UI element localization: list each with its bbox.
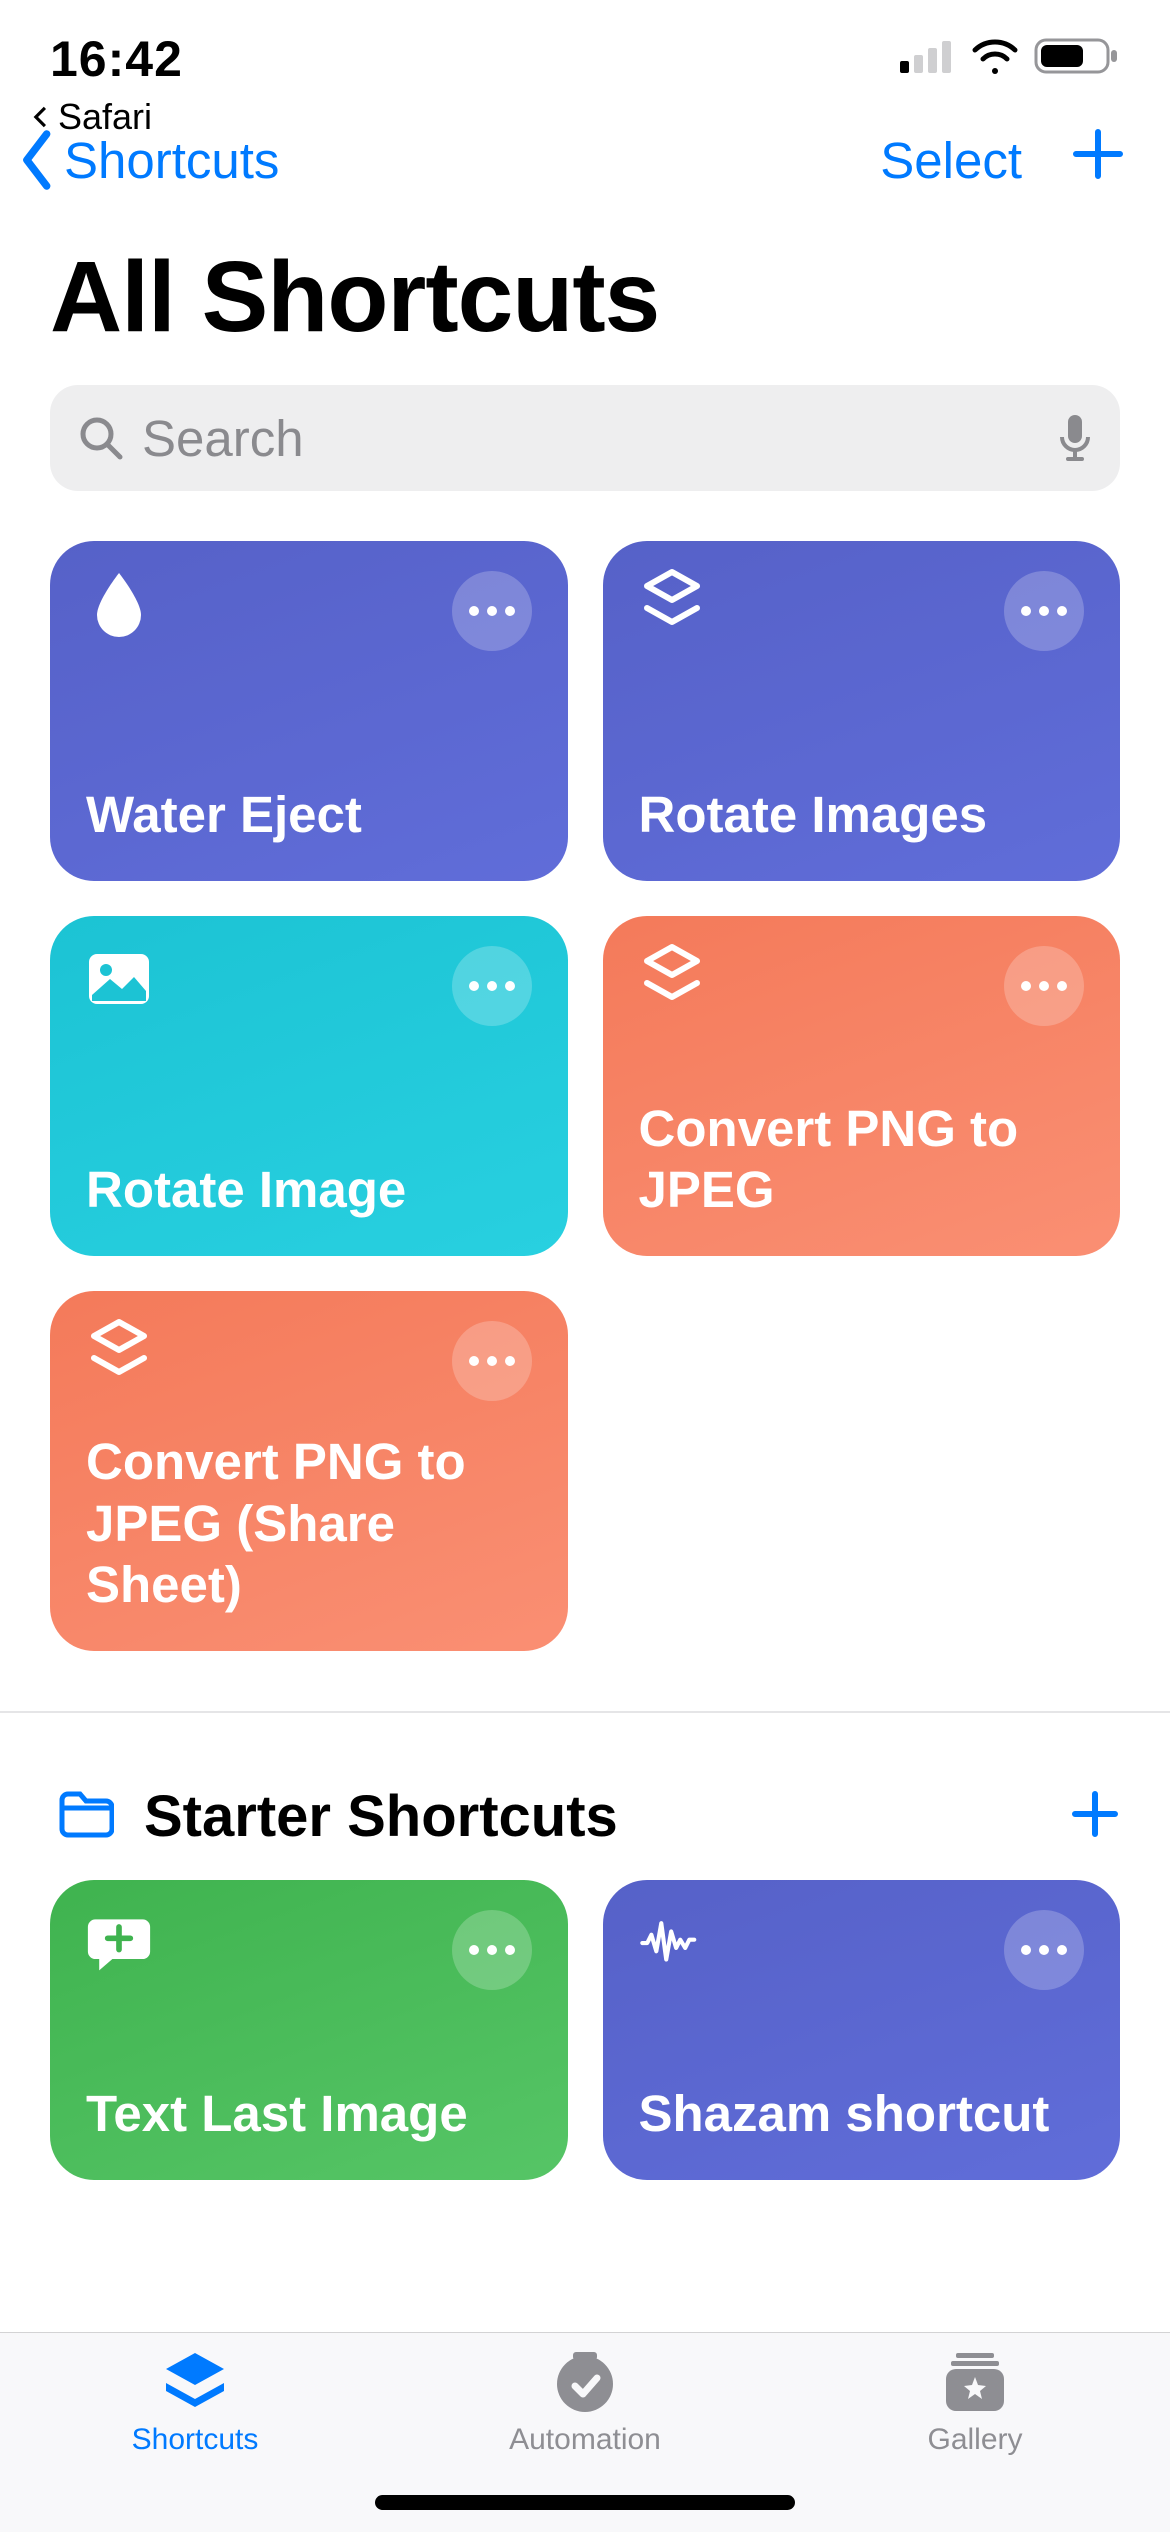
layers-icon (639, 571, 705, 637)
add-shortcut-button[interactable] (1070, 126, 1126, 194)
folder-icon (58, 1790, 114, 1843)
tile-label: Convert PNG to JPEG (Share Sheet) (86, 1431, 532, 1615)
waveform-icon (639, 1910, 705, 1976)
picture-icon (86, 946, 152, 1012)
tile-label: Rotate Image (86, 1159, 532, 1220)
cellular-icon (900, 39, 956, 73)
shortcuts-tab-icon (160, 2351, 230, 2413)
tab-label: Automation (509, 2423, 661, 2457)
layers-icon (86, 1321, 152, 1387)
shortcuts-grid: Water Eject Rotate Images (0, 491, 1170, 1651)
tile-more-button[interactable] (1004, 571, 1084, 651)
tab-gallery[interactable]: Gallery (782, 2351, 1168, 2457)
back-button[interactable]: Shortcuts (0, 129, 279, 191)
chat-plus-icon (86, 1910, 152, 1976)
folder-title[interactable]: Starter Shortcuts (144, 1783, 618, 1850)
caret-left-icon (28, 104, 54, 130)
tab-label: Shortcuts (132, 2423, 259, 2457)
shortcut-tile[interactable]: Water Eject (50, 541, 568, 881)
wifi-icon (970, 38, 1020, 74)
tile-label: Convert PNG to JPEG (639, 1098, 1085, 1220)
tile-more-button[interactable] (452, 946, 532, 1026)
shortcut-tile[interactable]: Shazam shortcut (603, 1880, 1121, 2180)
tile-label: Water Eject (86, 784, 532, 845)
tile-more-button[interactable] (452, 1321, 532, 1401)
shortcut-tile[interactable]: Convert PNG to JPEG (603, 916, 1121, 1256)
tile-label: Rotate Images (639, 784, 1085, 845)
plus-icon (1070, 126, 1126, 182)
tile-label: Text Last Image (86, 2083, 532, 2144)
select-button[interactable]: Select (880, 131, 1022, 190)
layers-icon (639, 946, 705, 1012)
search-field[interactable] (50, 385, 1120, 491)
tile-more-button[interactable] (1004, 946, 1084, 1026)
folder-header: Starter Shortcuts (0, 1711, 1170, 1880)
search-input[interactable] (142, 409, 1040, 468)
status-bar: 16:42 Safari (0, 0, 1170, 110)
tile-label: Shazam shortcut (639, 2083, 1085, 2144)
shortcut-tile[interactable]: Convert PNG to JPEG (Share Sheet) (50, 1291, 568, 1651)
shortcut-tile[interactable]: Rotate Image (50, 916, 568, 1256)
tab-automation[interactable]: Automation (392, 2351, 778, 2457)
gallery-tab-icon (942, 2351, 1008, 2413)
page-title: All Shortcuts (0, 210, 1170, 385)
plus-icon (1070, 1789, 1120, 1839)
tile-more-button[interactable] (1004, 1910, 1084, 1990)
search-icon (78, 415, 124, 461)
starter-grid: Text Last Image Shazam shortcut (0, 1880, 1170, 2180)
chevron-left-icon (12, 129, 64, 191)
status-time: 16:42 (50, 30, 183, 88)
microphone-icon[interactable] (1058, 413, 1092, 463)
back-label: Shortcuts (64, 131, 279, 190)
home-indicator[interactable] (375, 2495, 795, 2510)
folder-add-button[interactable] (1070, 1789, 1120, 1844)
battery-icon (1034, 36, 1120, 76)
shortcut-tile[interactable]: Rotate Images (603, 541, 1121, 881)
tile-more-button[interactable] (452, 1910, 532, 1990)
status-right (900, 30, 1120, 76)
tile-more-button[interactable] (452, 571, 532, 651)
tab-shortcuts[interactable]: Shortcuts (2, 2351, 388, 2457)
drop-icon (86, 571, 152, 637)
tab-label: Gallery (927, 2423, 1022, 2457)
automation-tab-icon (553, 2351, 617, 2413)
shortcut-tile[interactable]: Text Last Image (50, 1880, 568, 2180)
